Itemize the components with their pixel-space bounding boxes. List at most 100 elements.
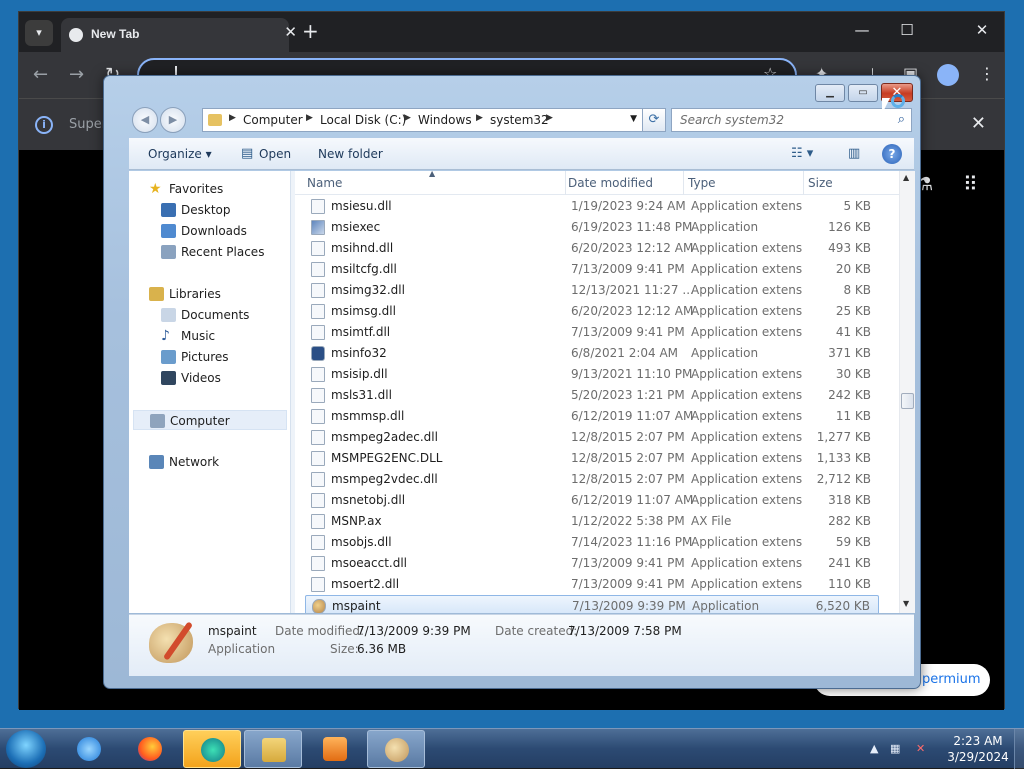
dialog-minimize-button[interactable]: ▁ bbox=[815, 84, 845, 102]
file-date: 9/13/2021 11:10 PM bbox=[571, 367, 693, 381]
pictures-icon bbox=[161, 350, 176, 364]
clock[interactable]: 2:23 AM 3/29/2024 bbox=[946, 733, 1010, 765]
open-file-dialog: ▁ ▭ ✕ ◀ ▶ ▶ Computer ▶ Local Disk (C:) ▶… bbox=[103, 75, 921, 689]
scroll-up-icon[interactable]: ▲ bbox=[903, 173, 909, 182]
tab-new-tab[interactable]: New Tab ✕ bbox=[61, 18, 297, 52]
new-folder-button[interactable]: New folder bbox=[318, 147, 383, 161]
file-name: mspaint bbox=[332, 599, 381, 613]
navigation-pane: ★ Favorites Desktop Downloads Recent Plac… bbox=[129, 171, 291, 613]
taskbar-explorer[interactable] bbox=[244, 730, 302, 768]
file-row[interactable]: msihnd.dll 6/20/2023 12:12 AM Application … bbox=[305, 238, 879, 259]
file-name: msls31.dll bbox=[331, 388, 392, 402]
file-row[interactable]: msimg32.dll 12/13/2021 11:27 ... Applicati… bbox=[305, 280, 879, 301]
tray-expand-icon[interactable]: ▲ bbox=[870, 742, 878, 755]
file-row[interactable]: MSMPEG2ENC.DLL 12/8/2015 2:07 PM Applicati… bbox=[305, 448, 879, 469]
forward-button[interactable]: ▶ bbox=[160, 107, 186, 133]
nav-computer[interactable]: Computer bbox=[133, 410, 287, 430]
tab-search-button[interactable]: ▾ bbox=[25, 20, 53, 46]
column-size[interactable]: Size bbox=[808, 176, 833, 194]
column-divider[interactable] bbox=[803, 171, 804, 195]
column-name[interactable]: Name bbox=[307, 176, 342, 194]
file-row[interactable]: msinfo32 6/8/2021 2:04 AM Application 371 K… bbox=[305, 343, 879, 364]
file-row[interactable]: msmmsp.dll 6/12/2019 11:07 AM Application … bbox=[305, 406, 879, 427]
search-icon[interactable]: ⌕ bbox=[898, 112, 905, 127]
back-button[interactable]: ◀ bbox=[132, 107, 158, 133]
file-date: 6/20/2023 12:12 AM bbox=[571, 241, 694, 255]
show-desktop-button[interactable] bbox=[1014, 729, 1024, 769]
taskbar-media-player[interactable] bbox=[306, 730, 364, 768]
breadcrumb-system32[interactable]: system32 bbox=[490, 113, 549, 127]
file-row[interactable]: msmpeg2adec.dll 12/8/2015 2:07 PM Applicat… bbox=[305, 427, 879, 448]
refresh-button[interactable]: ⟳ bbox=[642, 108, 666, 132]
file-row[interactable]: msobjs.dll 7/14/2023 11:16 PM Application … bbox=[305, 532, 879, 553]
file-row[interactable]: msmpeg2vdec.dll 12/8/2015 2:07 PM Applicat… bbox=[305, 469, 879, 490]
breadcrumb-chevron-icon[interactable]: ▶ bbox=[404, 113, 411, 123]
menu-kebab-icon[interactable]: ⋮ bbox=[979, 64, 995, 83]
scroll-thumb[interactable] bbox=[901, 393, 914, 409]
file-row[interactable]: msisip.dll 9/13/2021 11:10 PM Application … bbox=[305, 364, 879, 385]
file-size: 25 KB bbox=[835, 304, 871, 318]
minimize-button[interactable]: — bbox=[847, 21, 877, 39]
breadcrumb-computer[interactable]: Computer bbox=[243, 113, 303, 127]
column-divider[interactable] bbox=[565, 171, 566, 195]
dialog-maximize-button[interactable]: ▭ bbox=[848, 84, 878, 102]
view-options-icon[interactable]: ☷ ▾ bbox=[791, 146, 813, 161]
tab-close-icon[interactable]: ✕ bbox=[284, 23, 297, 41]
network-icon bbox=[149, 455, 164, 469]
search-input[interactable]: Search system32 ⌕ bbox=[671, 108, 912, 132]
file-type: Application extens... bbox=[691, 388, 803, 402]
preview-pane-icon[interactable]: ▥ bbox=[848, 146, 860, 161]
maximize-button[interactable]: ☐ bbox=[892, 21, 922, 39]
file-row[interactable]: msls31.dll 5/20/2023 1:21 PM Application e… bbox=[305, 385, 879, 406]
taskbar-media-app[interactable] bbox=[183, 730, 241, 768]
start-button[interactable] bbox=[6, 730, 46, 768]
file-row[interactable]: msoeacct.dll 7/13/2009 9:41 PM Application… bbox=[305, 553, 879, 574]
column-divider[interactable] bbox=[683, 171, 684, 195]
taskbar-paint[interactable] bbox=[367, 730, 425, 768]
file-row[interactable]: msimtf.dll 7/13/2009 9:41 PM Application e… bbox=[305, 322, 879, 343]
file-size: 20 KB bbox=[835, 262, 871, 276]
file-row[interactable]: msimsg.dll 6/20/2023 12:12 AM Application … bbox=[305, 301, 879, 322]
apps-grid-icon[interactable]: ⠿ bbox=[963, 172, 978, 196]
address-dropdown-icon[interactable]: ▼ bbox=[630, 114, 637, 124]
profile-avatar[interactable] bbox=[937, 64, 959, 86]
file-row[interactable]: MSNP.ax 1/12/2022 5:38 PM AX File 282 KB bbox=[305, 511, 879, 532]
taskbar-firefox[interactable] bbox=[121, 730, 179, 768]
network-tray-icon[interactable]: ▦ bbox=[890, 742, 900, 755]
back-icon[interactable]: ← bbox=[33, 64, 48, 85]
file-size: 371 KB bbox=[828, 346, 871, 360]
open-button[interactable]: Open bbox=[259, 147, 291, 161]
file-type: Application extens... bbox=[691, 493, 803, 507]
column-date-modified[interactable]: Date modified bbox=[568, 176, 653, 194]
breadcrumb-chevron-icon[interactable]: ▶ bbox=[306, 113, 313, 123]
file-row[interactable]: msiexec 6/19/2023 11:48 PM Application 126 … bbox=[305, 217, 879, 238]
file-row[interactable]: msoert2.dll 7/13/2009 9:41 PM Application … bbox=[305, 574, 879, 595]
forward-icon[interactable]: → bbox=[69, 64, 84, 85]
file-row[interactable]: msnetobj.dll 6/12/2019 11:07 AM Applicatio… bbox=[305, 490, 879, 511]
breadcrumb-chevron-icon[interactable]: ▶ bbox=[476, 113, 483, 123]
new-tab-button[interactable]: + bbox=[302, 21, 319, 41]
dll-file-icon bbox=[311, 199, 325, 214]
breadcrumb-chevron-icon[interactable]: ▶ bbox=[229, 113, 236, 123]
breadcrumb-chevron-icon[interactable]: ▶ bbox=[546, 113, 553, 123]
organize-button[interactable]: Organize ▾ bbox=[148, 147, 212, 161]
file-type: Application extens... bbox=[691, 283, 803, 297]
volume-muted-icon[interactable]: ✕ bbox=[916, 742, 925, 755]
taskbar-internet-explorer[interactable] bbox=[60, 730, 118, 768]
breadcrumb-local-disk[interactable]: Local Disk (C:) bbox=[320, 113, 406, 127]
column-type[interactable]: Type bbox=[688, 176, 716, 194]
documents-icon bbox=[161, 308, 176, 322]
scroll-down-icon[interactable]: ▼ bbox=[903, 599, 909, 608]
file-row[interactable]: msiesu.dll 1/19/2023 9:24 AM Application e… bbox=[305, 196, 879, 217]
command-bar: Organize ▾ ▤ Open New folder ☷ ▾ ▥ ? bbox=[129, 138, 914, 170]
file-row[interactable]: mspaint 7/13/2009 9:39 PM Application 6,520… bbox=[305, 595, 879, 613]
help-icon[interactable]: ? bbox=[882, 144, 902, 164]
file-name: msnetobj.dll bbox=[331, 493, 406, 507]
breadcrumb-windows[interactable]: Windows bbox=[418, 113, 472, 127]
info-bar-close-icon[interactable]: ✕ bbox=[971, 113, 986, 134]
vertical-scrollbar[interactable]: ▲ ▼ bbox=[899, 171, 915, 613]
breadcrumb[interactable]: ▶ Computer ▶ Local Disk (C:) ▶ Windows ▶… bbox=[202, 108, 666, 132]
file-row[interactable]: msiltcfg.dll 7/13/2009 9:41 PM Application… bbox=[305, 259, 879, 280]
window-close-button[interactable]: ✕ bbox=[967, 21, 997, 39]
file-name: MSNP.ax bbox=[331, 514, 382, 528]
